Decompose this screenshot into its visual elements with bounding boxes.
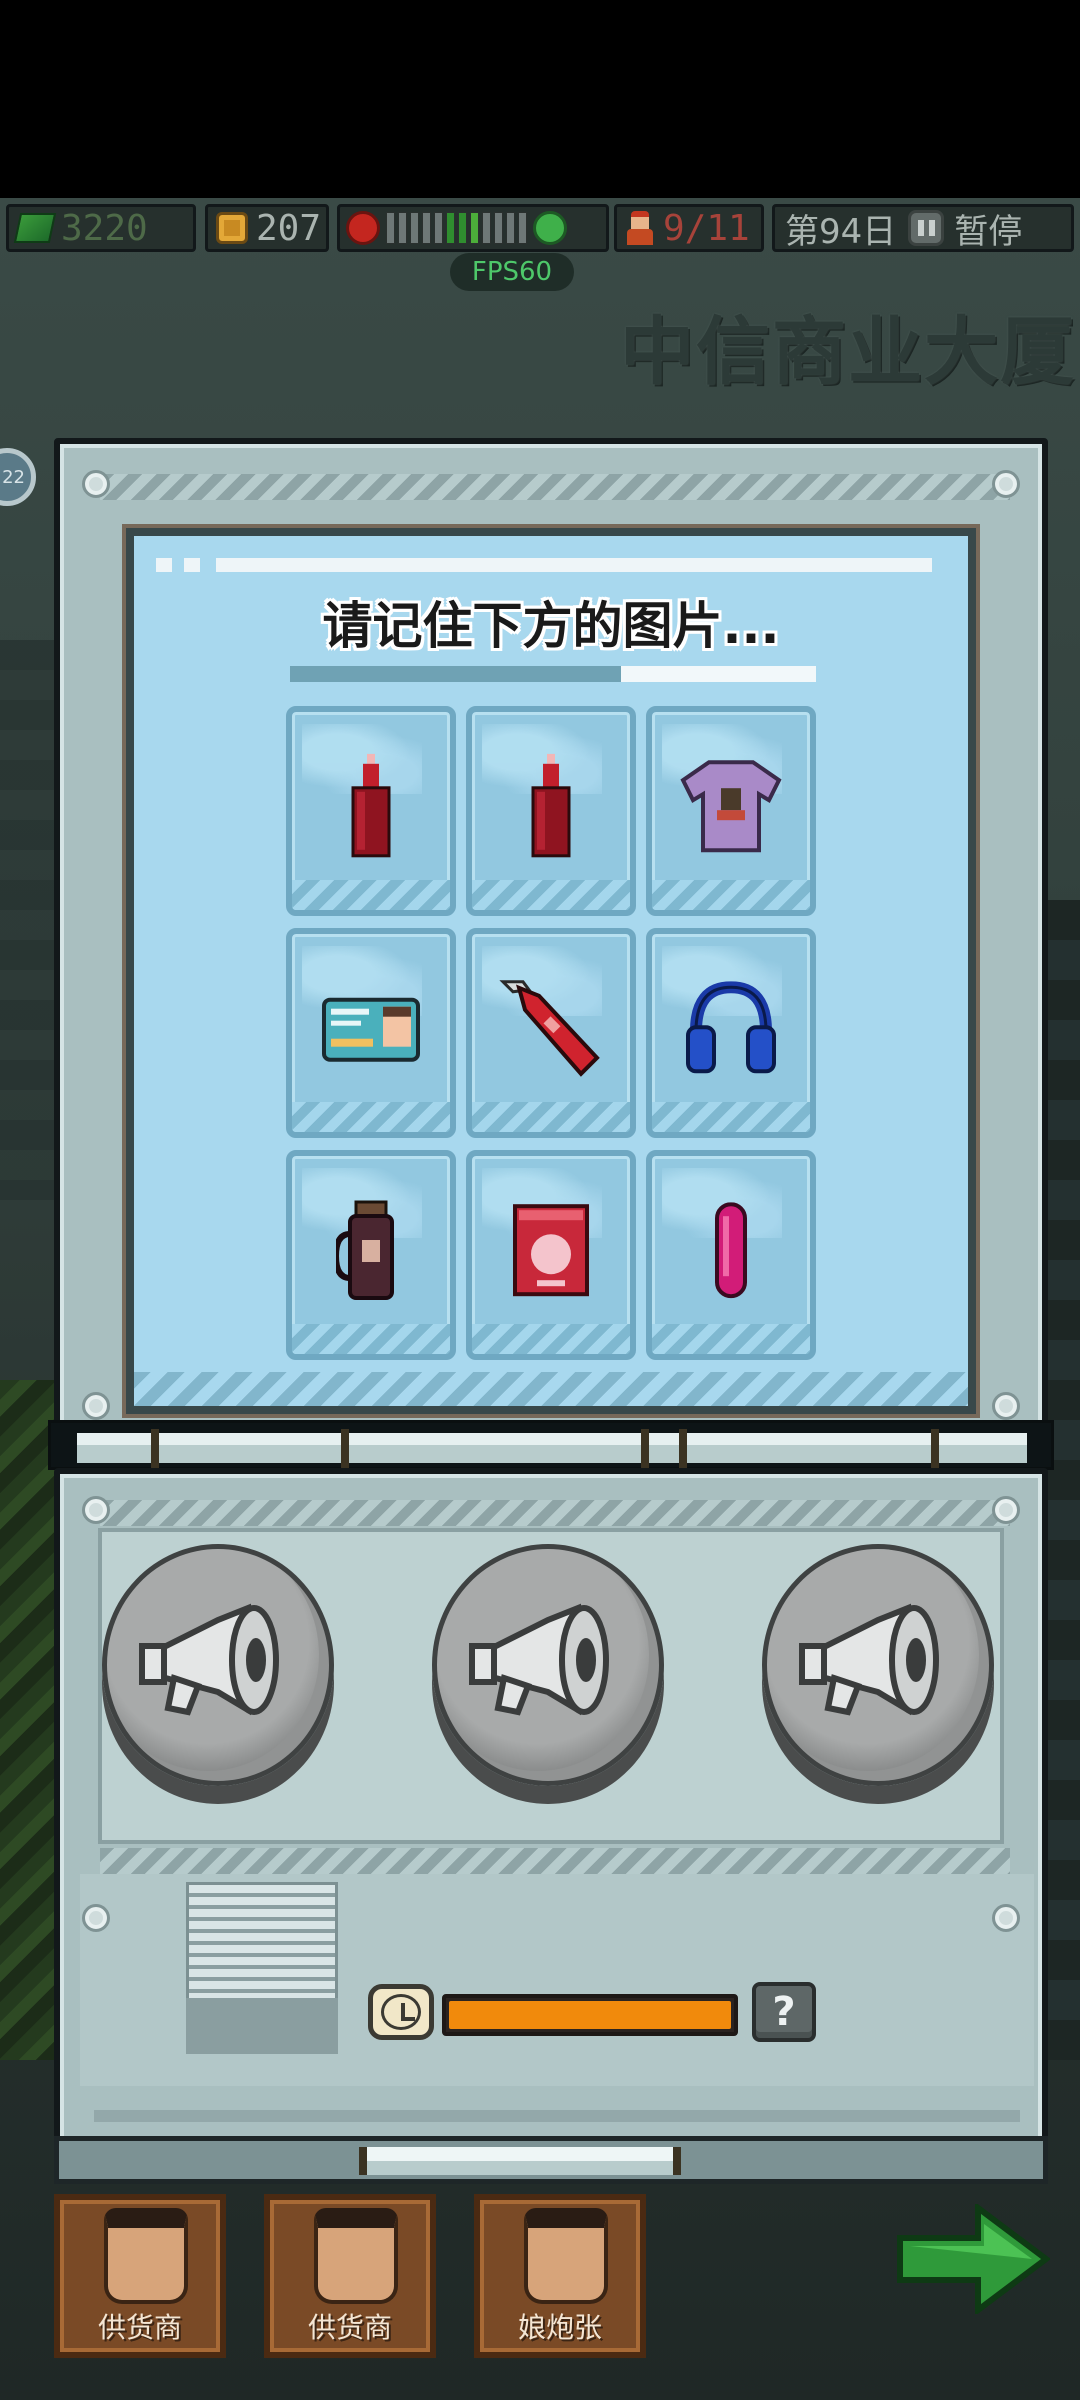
megaphone-icon [799, 1603, 939, 1716]
memory-grid [286, 706, 816, 1360]
bolt-icon [82, 1904, 110, 1932]
memorize-prompt: 请记住下方的图片... [322, 597, 780, 655]
mood-bar [386, 212, 527, 244]
megaphone-button[interactable] [432, 1544, 664, 1786]
timer-bar-fill [449, 2001, 731, 2029]
character-portrait [104, 2208, 188, 2304]
memorize-progress-bar [290, 666, 816, 682]
bolt-icon [992, 1392, 1020, 1420]
megaphone-icon [139, 1603, 279, 1716]
character-name: 供货商 [97, 2311, 182, 2344]
mood-meter [337, 204, 609, 252]
bolt-icon [82, 1496, 110, 1524]
bolt-icon [992, 1496, 1020, 1524]
megaphone-button[interactable] [762, 1544, 994, 1786]
timer-bar [442, 1994, 738, 2036]
money-icon [13, 213, 57, 243]
memory-tile[interactable] [466, 1150, 636, 1360]
staff-icon [625, 211, 655, 245]
memory-tile[interactable] [286, 928, 456, 1138]
clock-icon [368, 1984, 434, 2040]
red-book-icon [513, 1204, 589, 1297]
memory-tile[interactable] [646, 706, 816, 916]
day-display[interactable]: 第94日 暂停 [772, 204, 1074, 252]
pause-label[interactable]: 暂停 [954, 204, 1022, 253]
character-name: 娘炮张 [517, 2311, 602, 2344]
character-card[interactable]: 供货商 [264, 2194, 436, 2358]
next-arrow-icon[interactable] [896, 2204, 1050, 2314]
character-portrait [524, 2208, 608, 2304]
utility-knife-icon [499, 980, 600, 1077]
coin-icon [216, 212, 248, 244]
happy-face-icon [533, 211, 567, 245]
memory-tile[interactable] [466, 928, 636, 1138]
bolt-icon [992, 1904, 1020, 1932]
character-card[interactable]: 娘炮张 [474, 2194, 646, 2358]
sound-button-area [98, 1528, 1004, 1844]
bolt-icon [82, 1392, 110, 1420]
pink-tube-icon [715, 1202, 747, 1299]
angry-face-icon [346, 211, 380, 245]
memorize-progress-fill [621, 666, 816, 682]
coin-value: 207 [256, 207, 322, 249]
red-bottle-icon [351, 753, 391, 858]
staff-value: 9/11 [663, 207, 750, 249]
memory-tile[interactable] [286, 1150, 456, 1360]
character-name: 供货商 [307, 2311, 392, 2344]
building-name: 中信商业大厦 [620, 309, 1076, 395]
memory-tile[interactable] [646, 928, 816, 1138]
megaphone-icon [469, 1603, 609, 1716]
panel-hinge [48, 1420, 1054, 1470]
character-portrait [314, 2208, 398, 2304]
character-card[interactable]: 供货商 [54, 2194, 226, 2358]
memory-tile[interactable] [646, 1150, 816, 1360]
money-display: 3220 [6, 204, 196, 252]
vent-grille [186, 1882, 338, 2054]
money-value: 3220 [61, 207, 148, 249]
megaphone-button[interactable] [102, 1544, 334, 1786]
bolt-icon [992, 470, 1020, 498]
coin-display: 207 [205, 204, 329, 252]
panel-top: 请记住下方的图片... [54, 438, 1048, 1432]
red-bottle-icon [531, 753, 571, 858]
memory-tile[interactable] [466, 706, 636, 916]
memory-game-panel: 请记住下方的图片... ? [48, 438, 1054, 2186]
top-hud: 3220 207 9/11 第94日 暂停 [0, 200, 1080, 256]
panel-bottom-rail [54, 2136, 1048, 2184]
bolt-icon [82, 470, 110, 498]
memory-screen: 请记住下方的图片... [122, 524, 980, 1418]
blue-headphones-icon [686, 981, 776, 1074]
panel-bottom: ? [54, 1468, 1048, 2168]
memory-tile[interactable] [286, 706, 456, 916]
help-button[interactable]: ? [752, 1982, 816, 2042]
fps-counter: FPS60 [450, 253, 574, 291]
purple-tshirt-icon [680, 760, 782, 853]
day-label: 第94日 [785, 211, 897, 252]
pause-icon[interactable] [908, 210, 945, 246]
staff-display: 9/11 [614, 204, 764, 252]
id-card-icon [322, 997, 420, 1062]
thermos-flask-icon [336, 1200, 394, 1300]
